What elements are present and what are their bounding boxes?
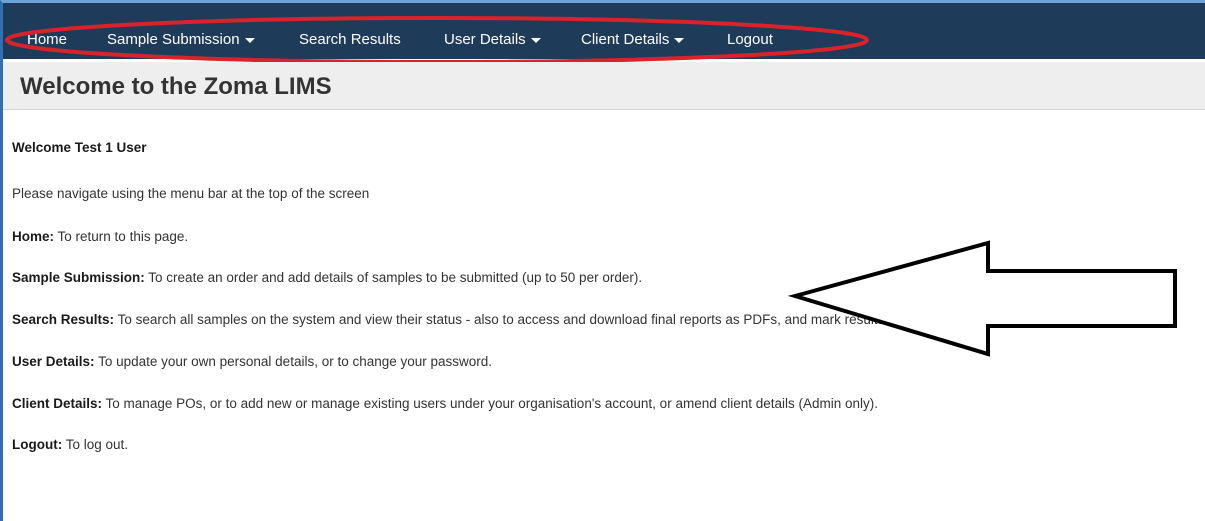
help-item-label: Client Details: bbox=[12, 396, 103, 411]
nav-user-details[interactable]: User Details bbox=[444, 31, 541, 48]
help-item-user-details: User Details: To update your own persona… bbox=[12, 354, 492, 369]
help-item-sample-submission: Sample Submission: To create an order an… bbox=[12, 270, 642, 285]
welcome-text: Welcome Test 1 User bbox=[12, 140, 147, 155]
help-item-label: Logout: bbox=[12, 437, 63, 452]
help-item-text: To search all samples on the system and … bbox=[117, 312, 954, 327]
nav-sample-submission-label: Sample Submission bbox=[107, 31, 240, 48]
nav-client-details-label: Client Details bbox=[581, 31, 670, 48]
help-item-logout: Logout: To log out. bbox=[12, 437, 128, 452]
page-title: Welcome to the Zoma LIMS bbox=[20, 73, 332, 100]
nav-search-results[interactable]: Search Results bbox=[299, 31, 401, 48]
help-item-text: To log out. bbox=[65, 437, 129, 452]
help-item-home: Home: To return to this page. bbox=[12, 229, 188, 244]
help-item-label: User Details: bbox=[12, 354, 95, 369]
nav-home[interactable]: Home bbox=[27, 31, 67, 48]
caret-down-icon bbox=[530, 37, 541, 43]
help-item-text: To update your own personal details, or … bbox=[98, 354, 493, 369]
welcome-message: Welcome Test 1 User bbox=[12, 140, 147, 155]
help-item-label: Sample Submission: bbox=[12, 270, 145, 285]
help-item-text: To manage POs, or to add new or manage e… bbox=[105, 396, 879, 411]
caret-down-icon bbox=[244, 37, 255, 43]
nav-sample-submission[interactable]: Sample Submission bbox=[107, 31, 255, 48]
instruction-text: Please navigate using the menu bar at th… bbox=[12, 186, 370, 201]
page-header: Welcome to the Zoma LIMS bbox=[3, 62, 1205, 110]
nav-logout[interactable]: Logout bbox=[727, 31, 773, 48]
nav-client-details[interactable]: Client Details bbox=[581, 31, 685, 48]
nav-user-details-label: User Details bbox=[444, 31, 526, 48]
top-navbar: Home Sample Submission Search Results Us… bbox=[3, 3, 1205, 59]
help-item-text: To create an order and add details of sa… bbox=[148, 270, 643, 285]
help-item-label: Home: bbox=[12, 229, 55, 244]
help-item-label: Search Results: bbox=[12, 312, 115, 327]
help-item-client-details: Client Details: To manage POs, or to add… bbox=[12, 396, 878, 411]
help-item-text: To return to this page. bbox=[57, 229, 189, 244]
help-item-search-results: Search Results: To search all samples on… bbox=[12, 312, 954, 327]
caret-down-icon bbox=[674, 37, 685, 43]
